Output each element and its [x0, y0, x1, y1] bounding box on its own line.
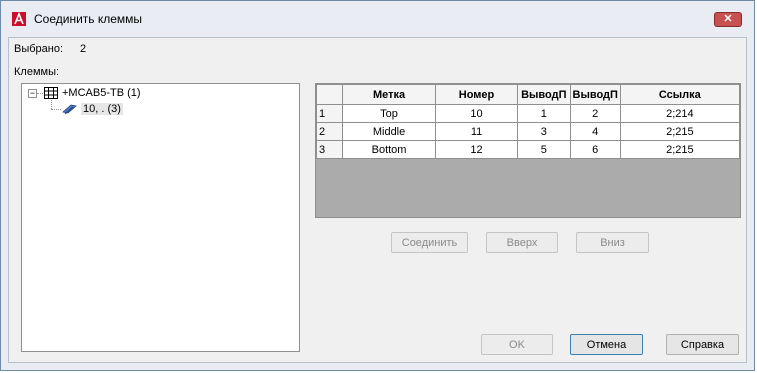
table-row[interactable]: 2 Middle 11 3 4 2;215 [316, 122, 740, 141]
cell-pin-2[interactable]: 6 [569, 140, 621, 159]
row-number[interactable]: 2 [316, 122, 343, 141]
tree-node-root[interactable]: +MCAB5-TB (1) [44, 85, 141, 101]
tree-node-root-label: +MCAB5-TB (1) [62, 87, 141, 99]
move-up-button[interactable]: Вверх [486, 232, 558, 253]
terminals-table: Метка Номер ВыводП ВыводП Ссылка 1 Top 1… [316, 84, 740, 159]
cell-pin-1[interactable]: 3 [516, 122, 571, 141]
window-title: Соединить клеммы [34, 12, 143, 26]
row-number[interactable]: 1 [316, 104, 343, 123]
cell-pin-1[interactable]: 5 [516, 140, 571, 159]
connect-button[interactable]: Соединить [391, 232, 468, 253]
cancel-button[interactable]: Отмена [570, 334, 643, 355]
cell-mark[interactable]: Bottom [341, 140, 437, 159]
cell-pin-2[interactable]: 2 [569, 104, 621, 123]
selected-count: 2 [80, 43, 87, 55]
cell-mark[interactable]: Top [341, 104, 437, 123]
tree-node-child-label: 10, . (3) [81, 103, 123, 115]
row-number[interactable]: 3 [316, 140, 343, 159]
terminals-tree[interactable]: − +MCAB5-TB (1) 10, . (3) [21, 83, 300, 352]
table-row[interactable]: 3 Bottom 12 5 6 2;215 [316, 140, 740, 159]
terminals-grid[interactable]: Метка Номер ВыводП ВыводП Ссылка 1 Top 1… [315, 83, 741, 218]
tree-collapse-toggle[interactable]: − [28, 89, 37, 98]
grid-header-row: Метка Номер ВыводП ВыводП Ссылка [316, 84, 740, 105]
cell-pin-1[interactable]: 1 [516, 104, 571, 123]
tree-node-child[interactable]: 10, . (3) [62, 101, 123, 117]
column-header-mark[interactable]: Метка [341, 84, 437, 105]
cell-reference[interactable]: 2;214 [619, 104, 740, 123]
column-header-pin-1[interactable]: ВыводП [516, 84, 571, 105]
ok-button[interactable]: OK [481, 334, 553, 355]
cell-number[interactable]: 11 [435, 122, 518, 141]
dialog-body: Выбрано: 2 Клеммы: − +MCAB5-TB (1) 10, .… [8, 37, 747, 363]
cell-pin-2[interactable]: 4 [569, 122, 621, 141]
move-down-button[interactable]: Вниз [576, 232, 649, 253]
cell-reference[interactable]: 2;215 [619, 140, 740, 159]
close-button[interactable]: ✕ [714, 12, 742, 27]
column-header-pin-2[interactable]: ВыводП [569, 84, 621, 105]
cell-mark[interactable]: Middle [341, 122, 437, 141]
cell-reference[interactable]: 2;215 [619, 122, 740, 141]
close-icon: ✕ [723, 13, 733, 25]
cell-number[interactable]: 12 [435, 140, 518, 159]
title-bar[interactable]: Соединить клеммы ✕ [1, 1, 754, 37]
help-button[interactable]: Справка [666, 334, 739, 355]
selected-label: Выбрано: [14, 43, 64, 55]
cell-number[interactable]: 10 [435, 104, 518, 123]
grid-corner-header[interactable] [316, 84, 343, 105]
terminals-label: Клеммы: [14, 66, 60, 78]
column-header-reference[interactable]: Ссылка [619, 84, 740, 105]
table-row[interactable]: 1 Top 10 1 2 2;214 [316, 104, 740, 123]
autocad-logo-icon [12, 12, 26, 26]
dialog-window: Соединить клеммы ✕ Выбрано: 2 Клеммы: − [0, 0, 755, 371]
column-header-number[interactable]: Номер [435, 84, 518, 105]
terminal-link-icon [62, 103, 78, 115]
terminal-block-icon [44, 87, 58, 99]
